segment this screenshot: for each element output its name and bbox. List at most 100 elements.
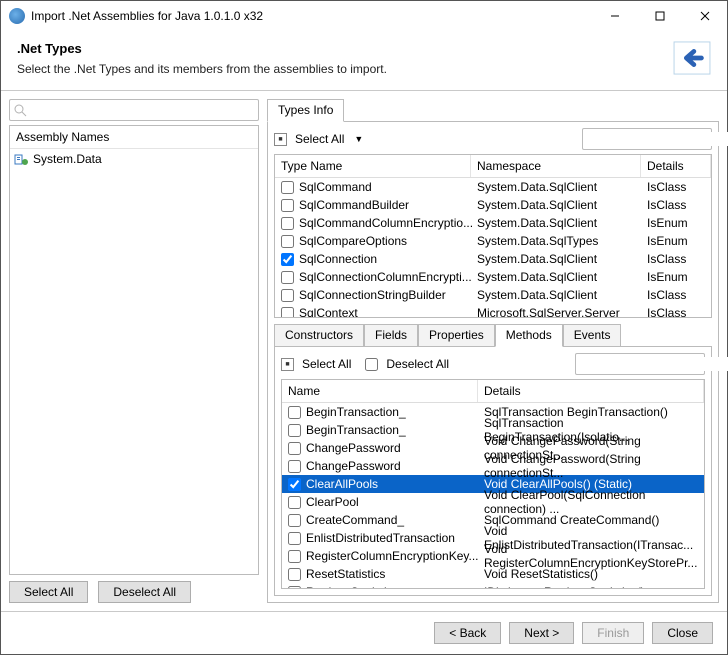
table-row[interactable]: ResetStatisticsVoid ResetStatistics() [282, 565, 704, 583]
cell-details: IsClass [647, 306, 711, 317]
row-checkbox[interactable] [281, 235, 294, 248]
types-search-input[interactable] [587, 132, 728, 146]
assemblies-search-input[interactable] [27, 103, 254, 117]
cell-namespace: System.Data.SqlClient [477, 270, 647, 284]
wizard-header: .Net Types Select the .Net Types and its… [1, 31, 727, 91]
row-checkbox[interactable] [281, 253, 294, 266]
row-checkbox[interactable] [288, 424, 301, 437]
methods-deselect-all-checkbox[interactable] [365, 358, 378, 371]
tab-events[interactable]: Events [563, 324, 622, 347]
row-checkbox[interactable] [288, 568, 301, 581]
assemblies-select-all-button[interactable]: Select All [9, 581, 88, 603]
table-row[interactable]: RegisterColumnEncryptionKey...Void Regis… [282, 547, 704, 565]
table-row[interactable]: SqlConnectionSystem.Data.SqlClientIsClas… [275, 250, 711, 268]
tab-properties[interactable]: Properties [418, 324, 495, 347]
assemblies-tree[interactable]: System.Data [10, 149, 258, 169]
assembly-label: System.Data [33, 152, 102, 166]
types-rows[interactable]: SqlCommandSystem.Data.SqlClientIsClassSq… [275, 178, 711, 317]
next-button[interactable]: Next > [509, 622, 574, 644]
table-row[interactable]: SqlConnectionStringBuilderSystem.Data.Sq… [275, 286, 711, 304]
row-checkbox[interactable] [281, 271, 294, 284]
cell-method-details: Void ClearPool(SqlConnection connection)… [484, 488, 704, 516]
tab-types-info[interactable]: Types Info [267, 99, 344, 122]
table-row[interactable]: ChangePasswordVoid ChangePassword(String… [282, 457, 704, 475]
row-checkbox[interactable] [288, 406, 301, 419]
row-checkbox[interactable] [281, 307, 294, 318]
tab-fields[interactable]: Fields [364, 324, 418, 347]
methods-search-input[interactable] [580, 357, 728, 371]
types-search[interactable] [582, 128, 712, 150]
table-row[interactable]: SqlCompareOptionsSystem.Data.SqlTypesIsE… [275, 232, 711, 250]
assembly-item[interactable]: System.Data [14, 151, 254, 167]
table-row[interactable]: SqlCommandColumnEncryptio...System.Data.… [275, 214, 711, 232]
col-method-details[interactable]: Details [478, 380, 704, 402]
cell-details: IsClass [647, 252, 711, 266]
row-checkbox[interactable] [281, 289, 294, 302]
row-checkbox[interactable] [281, 217, 294, 230]
cell-typename: SqlCompareOptions [299, 234, 477, 248]
table-row[interactable]: SqlCommandSystem.Data.SqlClientIsClass [275, 178, 711, 196]
finish-button: Finish [582, 622, 644, 644]
page-title: .Net Types [17, 41, 387, 56]
row-checkbox[interactable] [288, 514, 301, 527]
table-row[interactable]: SqlConnectionColumnEncrypti...System.Dat… [275, 268, 711, 286]
row-checkbox[interactable] [281, 199, 294, 212]
types-select-all-checkbox[interactable] [274, 133, 287, 146]
table-row[interactable]: SqlContextMicrosoft.SqlServer.ServerIsCl… [275, 304, 711, 317]
col-typename[interactable]: Type Name [275, 155, 471, 177]
cell-namespace: Microsoft.SqlServer.Server [477, 306, 647, 317]
row-checkbox[interactable] [288, 586, 301, 589]
types-tab-body: Select All ▼ Type Name Namespace Details… [267, 121, 719, 603]
member-tabs: Constructors Fields Properties Methods E… [274, 324, 712, 347]
cell-typename: SqlConnectionStringBuilder [299, 288, 477, 302]
cell-typename: SqlCommandColumnEncryptio... [299, 216, 477, 230]
cell-typename: SqlCommandBuilder [299, 198, 477, 212]
row-checkbox[interactable] [288, 478, 301, 491]
methods-table: Name Details BeginTransaction_SqlTransac… [281, 379, 705, 589]
row-checkbox[interactable] [288, 532, 301, 545]
maximize-button[interactable] [637, 1, 682, 31]
cell-details: IsClass [647, 198, 711, 212]
app-icon [9, 8, 25, 24]
table-row[interactable]: SqlCommandBuilderSystem.Data.SqlClientIs… [275, 196, 711, 214]
back-button[interactable]: < Back [434, 622, 501, 644]
methods-body: Select All Deselect All Name Details Beg… [274, 346, 712, 596]
cell-typename: SqlConnection [299, 252, 477, 266]
row-checkbox[interactable] [288, 550, 301, 563]
minimize-button[interactable] [592, 1, 637, 31]
cell-method-name: RegisterColumnEncryptionKey... [306, 549, 484, 563]
search-icon [14, 104, 27, 117]
wizard-footer: < Back Next > Finish Close [1, 611, 727, 654]
col-details[interactable]: Details [641, 155, 711, 177]
methods-select-all-label: Select All [302, 357, 351, 371]
tab-constructors[interactable]: Constructors [274, 324, 364, 347]
table-row[interactable]: RetrieveStatisticsIDictionary RetrieveSt… [282, 583, 704, 588]
cell-method-name: RetrieveStatistics [306, 585, 484, 588]
methods-rows[interactable]: BeginTransaction_SqlTransaction BeginTra… [282, 403, 704, 588]
col-namespace[interactable]: Namespace [471, 155, 641, 177]
types-table: Type Name Namespace Details SqlCommandSy… [274, 154, 712, 318]
cell-method-name: ChangePassword [306, 441, 484, 455]
tab-methods[interactable]: Methods [495, 324, 563, 347]
cell-namespace: System.Data.SqlTypes [477, 234, 647, 248]
chevron-down-icon[interactable]: ▼ [354, 134, 363, 144]
assemblies-heading: Assembly Names [10, 126, 258, 149]
close-button[interactable] [682, 1, 727, 31]
table-row[interactable]: ClearPoolVoid ClearPool(SqlConnection co… [282, 493, 704, 511]
assemblies-search[interactable] [9, 99, 259, 121]
assemblies-deselect-all-button[interactable]: Deselect All [98, 581, 191, 603]
assemblies-panel: Assembly Names System.Data [9, 125, 259, 575]
assembly-icon [14, 153, 29, 166]
row-checkbox[interactable] [288, 496, 301, 509]
types-select-all-label: Select All [295, 132, 344, 146]
methods-select-all-checkbox[interactable] [281, 358, 294, 371]
row-checkbox[interactable] [281, 181, 294, 194]
methods-search[interactable] [575, 353, 705, 375]
row-checkbox[interactable] [288, 442, 301, 455]
col-method-name[interactable]: Name [282, 380, 478, 402]
cell-details: IsClass [647, 180, 711, 194]
methods-table-header: Name Details [282, 380, 704, 403]
cell-namespace: System.Data.SqlClient [477, 180, 647, 194]
close-wizard-button[interactable]: Close [652, 622, 713, 644]
row-checkbox[interactable] [288, 460, 301, 473]
